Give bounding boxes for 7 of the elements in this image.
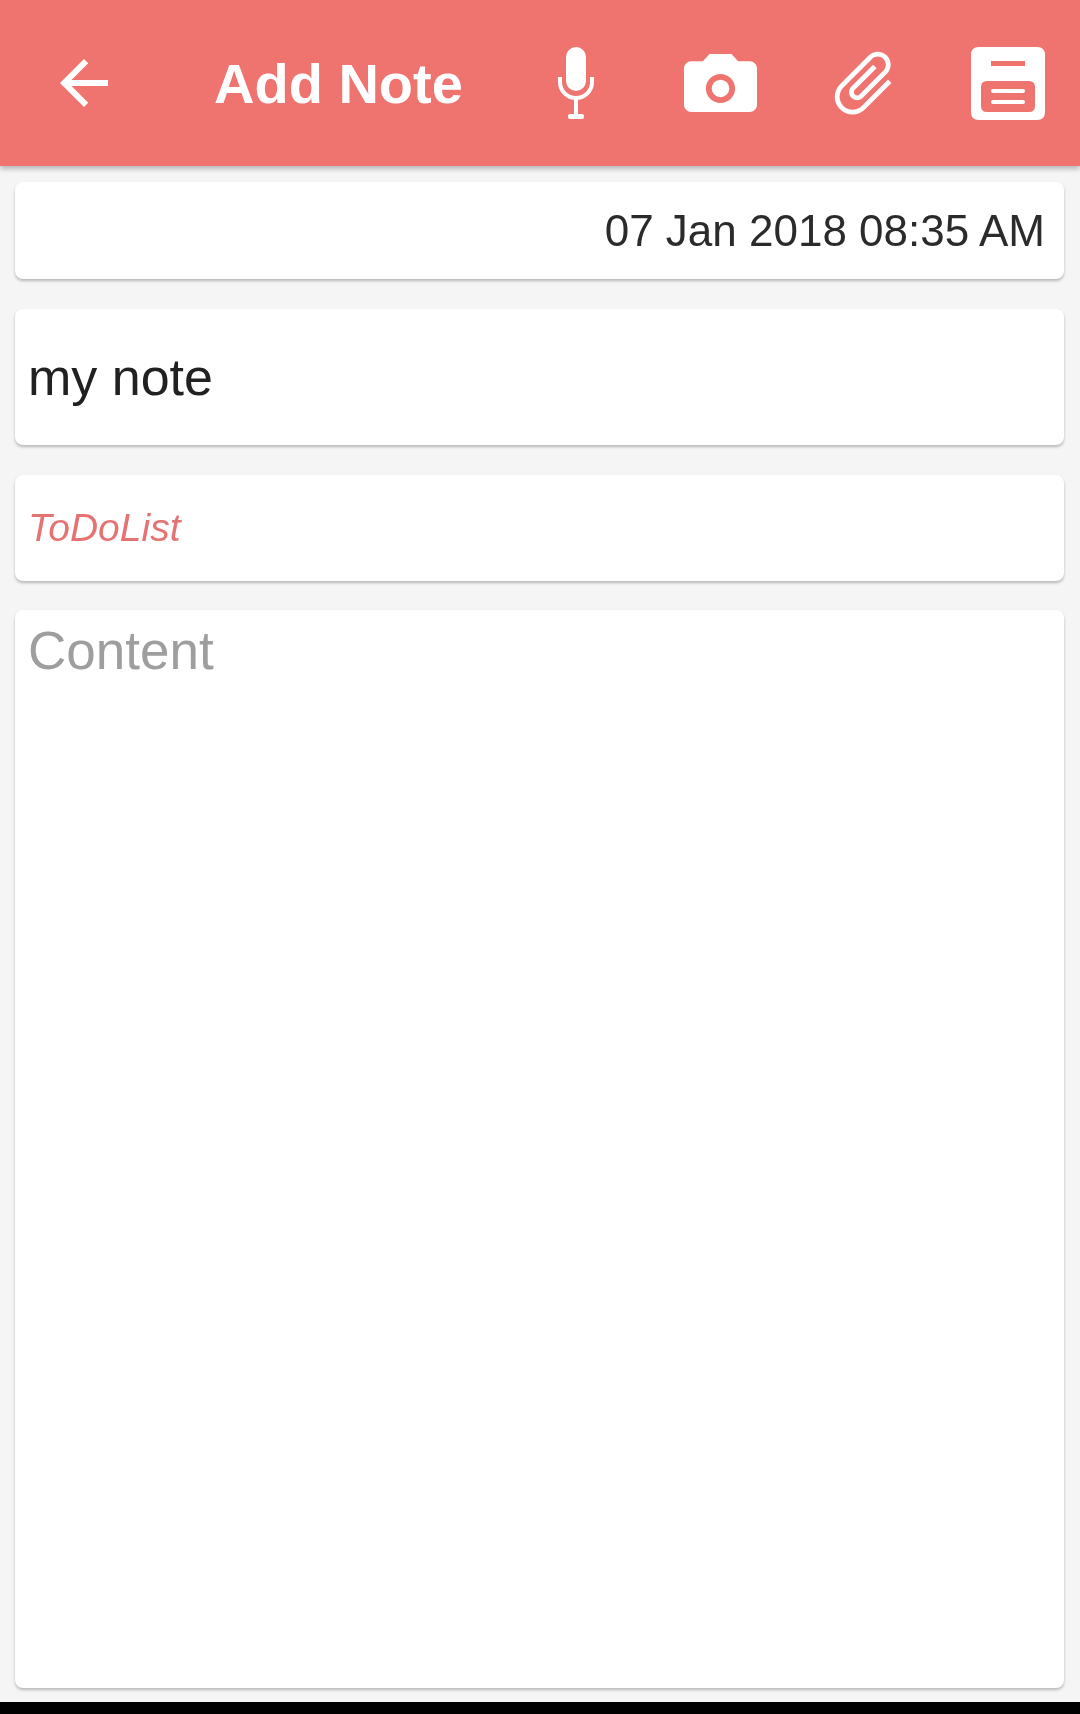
back-arrow-icon[interactable]	[60, 59, 108, 107]
screen-title: Add Note	[214, 50, 464, 116]
save-icon[interactable]	[971, 46, 1045, 120]
title-field[interactable]: my note	[15, 309, 1064, 445]
date-field[interactable]: 07 Jan 2018 08:35 AM	[15, 182, 1064, 279]
camera-icon[interactable]	[683, 54, 757, 112]
microphone-icon[interactable]	[557, 47, 595, 119]
